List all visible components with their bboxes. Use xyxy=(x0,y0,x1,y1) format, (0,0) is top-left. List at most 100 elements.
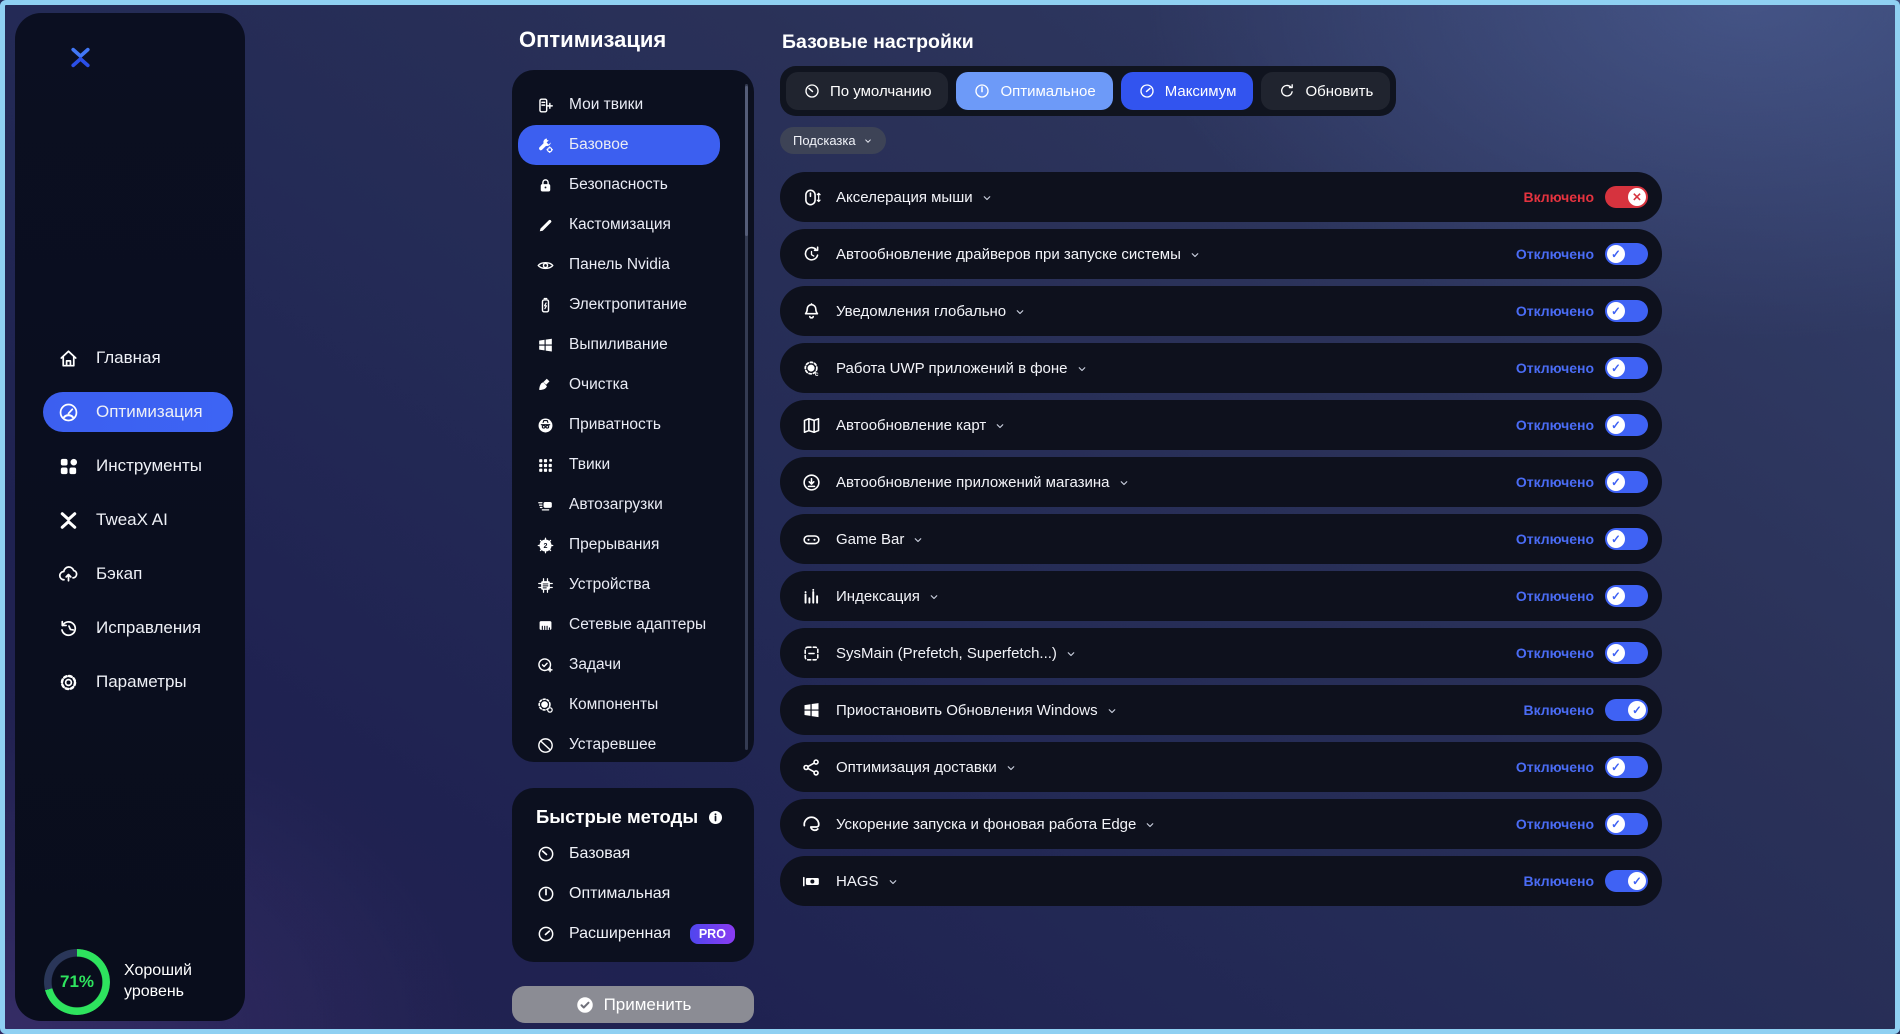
gauge-high-icon xyxy=(536,924,556,944)
tweax-icon xyxy=(57,509,80,532)
setting-row: Оптимизация доставки Отключено xyxy=(780,742,1662,792)
category-label: Твики xyxy=(569,456,611,473)
sidebar-item[interactable]: Инструменты xyxy=(43,446,233,486)
preset-button[interactable]: Оптимальное xyxy=(956,72,1113,110)
window-controls xyxy=(1828,7,1900,26)
windows-icon xyxy=(536,336,555,355)
gear-icon xyxy=(57,671,80,694)
toggle-switch[interactable] xyxy=(1605,585,1648,607)
gauge-low-icon xyxy=(536,844,556,864)
toggle-switch[interactable] xyxy=(1605,357,1648,379)
category-item[interactable]: Панель Nvidia xyxy=(518,245,720,285)
setting-label[interactable]: Автообновление карт xyxy=(836,417,986,434)
category-item[interactable]: Безопасность xyxy=(518,165,720,205)
hint-label: Подсказка xyxy=(793,133,856,148)
window-button[interactable] xyxy=(1858,7,1877,26)
toggle-switch[interactable] xyxy=(1605,243,1648,265)
category-item[interactable]: Базовое xyxy=(518,125,720,165)
sidebar-item[interactable]: Бэкап xyxy=(43,554,233,594)
category-label: Выпиливание xyxy=(569,336,668,353)
category-item[interactable]: 2 Прерывания xyxy=(518,525,720,565)
category-item[interactable]: Приватность xyxy=(518,405,720,445)
category-item[interactable]: Автозагрузки xyxy=(518,485,720,525)
toggle-switch[interactable] xyxy=(1605,813,1648,835)
setting-label[interactable]: Уведомления глобально xyxy=(836,303,1006,320)
settings-list: Акселерация мыши Включено Автообновление… xyxy=(780,172,1662,913)
category-item[interactable]: Кастомизация xyxy=(518,205,720,245)
quick-method-item[interactable]: Расширенная PRO xyxy=(536,914,744,954)
setting-row: Автообновление карт Отключено xyxy=(780,400,1662,450)
toggle-switch[interactable] xyxy=(1605,756,1648,778)
setting-label[interactable]: HAGS xyxy=(836,873,879,890)
toggle-knob xyxy=(1628,701,1646,719)
toggle-switch[interactable] xyxy=(1605,642,1648,664)
category-item[interactable]: Устройства xyxy=(518,565,720,605)
setting-label[interactable]: Game Bar xyxy=(836,531,904,548)
window-button[interactable] xyxy=(1828,7,1847,26)
setting-label[interactable]: Автообновление приложений магазина xyxy=(836,474,1110,491)
sidebar-item[interactable]: Главная xyxy=(43,338,233,378)
nvidia-icon xyxy=(536,256,555,275)
setting-row: Акселерация мыши Включено xyxy=(780,172,1662,222)
preset-button[interactable]: Обновить xyxy=(1261,72,1391,110)
toggle-switch[interactable] xyxy=(1605,699,1648,721)
setting-label[interactable]: Приостановить Обновления Windows xyxy=(836,702,1098,719)
category-item[interactable]: Электропитание xyxy=(518,285,720,325)
sidebar-item[interactable]: Оптимизация xyxy=(43,392,233,432)
category-item[interactable]: Задачи xyxy=(518,645,720,685)
sidebar-item-label: Главная xyxy=(96,348,161,367)
setting-label[interactable]: Ускорение запуска и фоновая работа Edge xyxy=(836,816,1136,833)
quick-method-item[interactable]: Оптимальная xyxy=(536,874,744,914)
category-label: Устройства xyxy=(569,576,651,593)
pen-icon xyxy=(536,216,555,235)
preset-button[interactable]: Максимум xyxy=(1120,72,1254,110)
sidebar-item[interactable]: TweaX AI xyxy=(43,500,233,540)
toggle-switch[interactable] xyxy=(1605,528,1648,550)
category-item[interactable]: Твики xyxy=(518,445,720,485)
category-item[interactable]: Выпиливание xyxy=(518,325,720,365)
sidebar-item[interactable]: Параметры xyxy=(43,662,233,702)
tools-icon xyxy=(57,455,80,478)
setting-label[interactable]: Акселерация мыши xyxy=(836,189,973,206)
quick-method-item[interactable]: Базовая xyxy=(536,834,744,874)
category-item[interactable]: Компоненты xyxy=(518,685,720,725)
toggle-knob xyxy=(1607,815,1625,833)
cloud-up-icon xyxy=(57,563,80,586)
sidebar-item[interactable]: Исправления xyxy=(43,608,233,648)
windows-icon xyxy=(801,700,822,721)
toggle-knob xyxy=(1607,530,1625,548)
page-title: Оптимизация xyxy=(519,27,667,52)
state-label: Отключено xyxy=(1515,360,1594,376)
state-label: Отключено xyxy=(1515,645,1594,661)
category-item[interactable]: Сетевые адаптеры xyxy=(518,605,720,645)
toggle-switch[interactable] xyxy=(1605,414,1648,436)
score-percent: 71% xyxy=(59,972,95,991)
category-item[interactable]: Устаревшее xyxy=(518,725,720,765)
interrupts-icon: 2 xyxy=(536,536,555,555)
state-label: Отключено xyxy=(1515,303,1594,319)
window-button[interactable] xyxy=(1888,7,1900,26)
toggle-switch[interactable] xyxy=(1605,300,1648,322)
score-ring: 71% xyxy=(44,949,110,1015)
toggle-switch[interactable] xyxy=(1605,471,1648,493)
category-label: Очистка xyxy=(569,376,629,393)
apply-button[interactable]: Применить xyxy=(512,986,754,1023)
toggle-switch[interactable] xyxy=(1605,870,1648,892)
setting-label[interactable]: Автообновление драйверов при запуске сис… xyxy=(836,246,1181,263)
category-item[interactable]: Очистка xyxy=(518,365,720,405)
info-icon[interactable] xyxy=(707,809,724,826)
health-score: 71% Хороший уровень xyxy=(44,949,216,1015)
setting-label[interactable]: SysMain (Prefetch, Superfetch...) xyxy=(836,645,1057,662)
setting-label[interactable]: Работа UWP приложений в фоне xyxy=(836,360,1068,377)
hint-chip[interactable]: Подсказка xyxy=(780,127,886,154)
setting-label[interactable]: Оптимизация доставки xyxy=(836,759,997,776)
state-label: Отключено xyxy=(1515,531,1594,547)
category-item[interactable]: Мои твики xyxy=(518,85,720,125)
category-list: Мои твики Базовое Безопасность Кастомиза… xyxy=(512,85,754,765)
setting-label[interactable]: Индексация xyxy=(836,588,920,605)
preset-button[interactable]: По умолчанию xyxy=(786,72,949,110)
toggle-switch[interactable] xyxy=(1605,186,1648,208)
scrollbar-thumb[interactable] xyxy=(745,86,748,236)
preset-button-label: Максимум xyxy=(1164,82,1237,100)
check-circle-icon xyxy=(575,995,595,1015)
